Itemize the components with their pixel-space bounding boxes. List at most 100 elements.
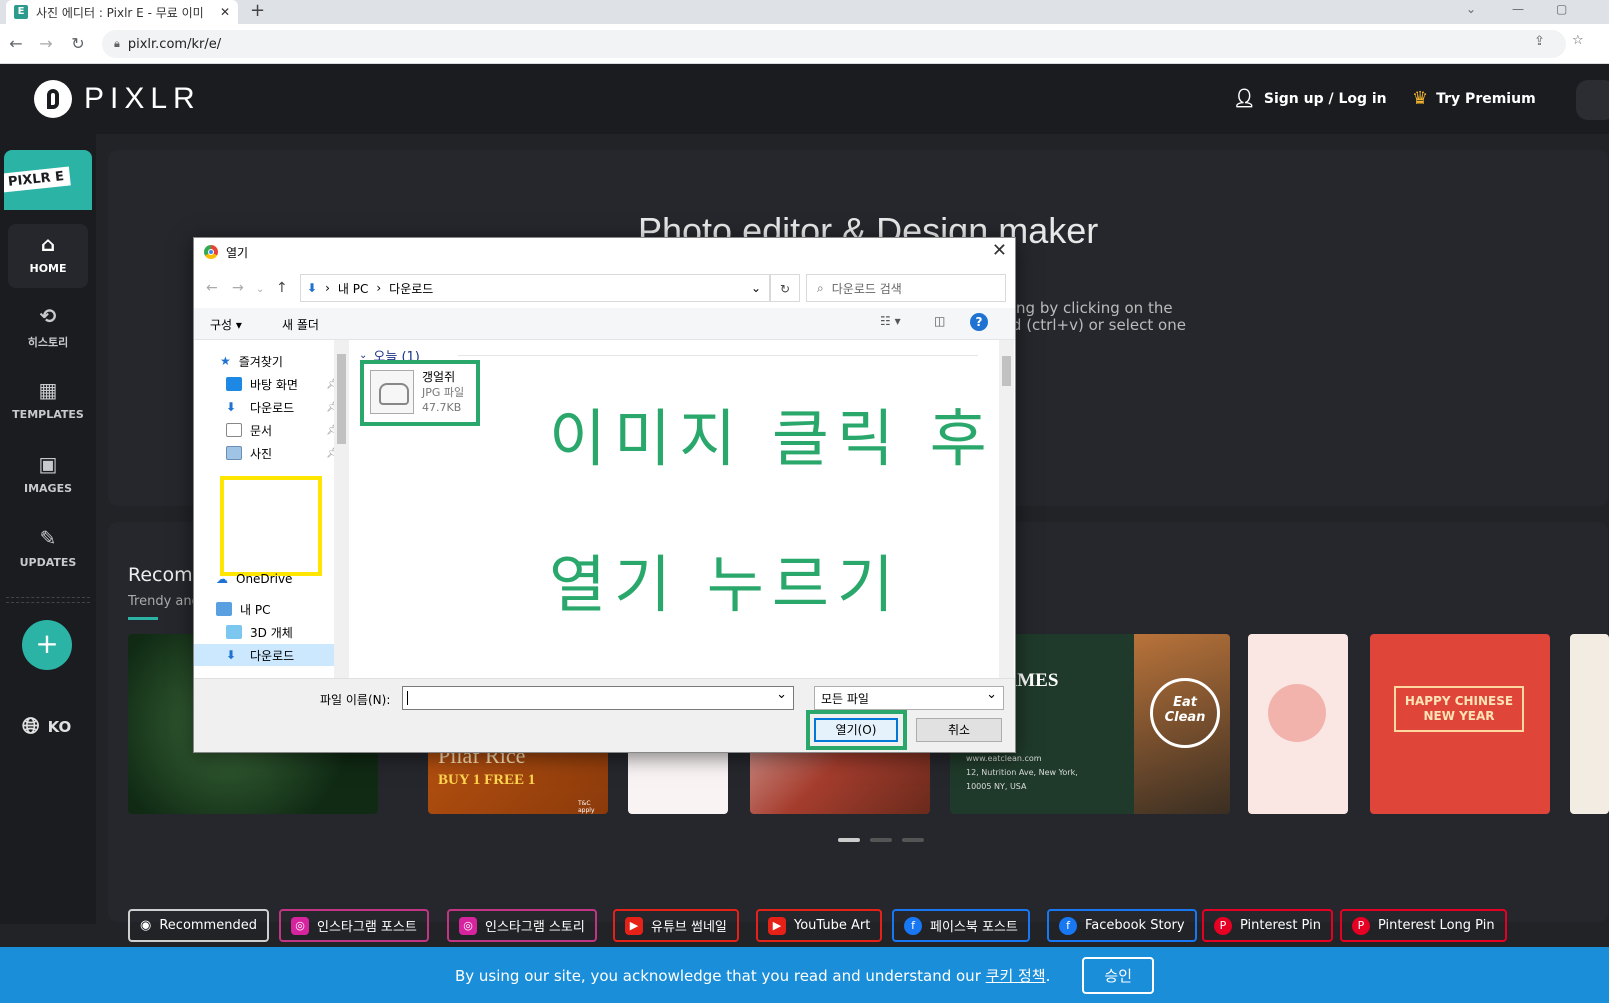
path-segment[interactable]: 다운로드 [389, 280, 433, 297]
bookmark-star-icon[interactable]: ☆ [1572, 33, 1584, 48]
open-button[interactable]: 열기(O) [814, 718, 898, 742]
chip-facebook-post[interactable]: f 페이스북 포스트 [892, 909, 1030, 942]
chip-label: 인스타그램 포스트 [317, 920, 417, 935]
images-icon: ▣ [38, 452, 58, 476]
sidebar-item-history[interactable]: ⟲ 히스토리 [8, 296, 88, 360]
filename-value [407, 691, 412, 705]
template-card-partial[interactable] [1570, 634, 1609, 814]
back-icon[interactable]: ← [4, 32, 28, 56]
chip-youtube-art[interactable]: ▶ YouTube Art [756, 909, 883, 942]
file-item[interactable]: 갱얼쥐 JPG 파일 47.7KB [360, 360, 480, 426]
dialog-path-bar[interactable]: ⬇ › 내 PC › 다운로드 ⌄ [300, 274, 770, 302]
address-bar: ← → ↻ 🔒︎ pixlr.com/kr/e/ ⇪ ☆ [0, 24, 1609, 64]
tree-item-3d-objects[interactable]: 3D 개체 [226, 621, 293, 643]
signup-login-button[interactable]: 👤︎ Sign up / Log in [1233, 88, 1387, 109]
dialog-up-icon[interactable]: ↑ [276, 280, 288, 296]
pixlr-logo[interactable]: PIXLR [34, 80, 201, 118]
file-list-scrollbar[interactable] [999, 340, 1014, 678]
tab-search-icon[interactable]: ⌄ [1466, 2, 1476, 16]
pinterest-icon: P [1352, 916, 1370, 935]
hero-text-line: rd (ctrl+v) or select one [1006, 316, 1186, 334]
chip-instagram-story[interactable]: ◎ 인스타그램 스토리 [447, 909, 597, 942]
chip-label: 인스타그램 스토리 [485, 920, 585, 935]
hero-text: ting by clicking on the rd (ctrl+v) or s… [1006, 300, 1186, 334]
tree-item-favorites[interactable]: ★ 즐겨찾기 [220, 350, 283, 372]
dialog-recent-icon[interactable]: ⌄ [256, 284, 264, 295]
tree-item-onedrive[interactable]: ☁ OneDrive [216, 568, 292, 590]
chip-pinterest-pin[interactable]: P Pinterest Pin [1202, 909, 1333, 942]
tree-item-downloads[interactable]: ⬇ 다운로드 📌︎ [226, 396, 339, 418]
sidebar-item-templates[interactable]: ▦ TEMPLATES [8, 370, 88, 434]
document-icon [226, 423, 242, 437]
apps-grid-icon[interactable] [1576, 80, 1609, 120]
chip-facebook-story[interactable]: f Facebook Story [1047, 909, 1197, 942]
tree-item-documents[interactable]: 문서 📌︎ [226, 419, 339, 441]
updates-icon: ✎ [39, 526, 57, 550]
carousel-dot[interactable] [902, 838, 924, 842]
help-icon[interactable]: ? [970, 313, 988, 331]
tree-item-pictures[interactable]: 사진 📌︎ [226, 442, 339, 464]
new-folder-button[interactable]: 새 폴더 [282, 316, 319, 333]
minimize-icon[interactable]: — [1512, 2, 1524, 16]
chip-instagram-post[interactable]: ◎ 인스타그램 포스트 [279, 909, 429, 942]
tree-item-desktop[interactable]: 바탕 화면 📌︎ [226, 373, 339, 395]
chip-youtube-thumbnail[interactable]: ▶ 유튜브 썸네일 [613, 909, 739, 942]
chip-pinterest-long-pin[interactable]: P Pinterest Long Pin [1340, 909, 1507, 942]
sidebar-item-images[interactable]: ▣ IMAGES [8, 444, 88, 508]
dialog-back-icon[interactable]: ← [206, 280, 218, 296]
cookie-policy-link[interactable]: 쿠키 정책 [986, 967, 1046, 985]
cancel-button[interactable]: 취소 [916, 718, 1002, 742]
file-list-scrollbar-thumb[interactable] [1002, 356, 1011, 386]
forward-icon[interactable]: → [34, 32, 58, 56]
dialog-search-input[interactable]: ⌕ 다운로드 검색 [806, 274, 1006, 302]
path-dropdown-icon[interactable]: ⌄ [751, 281, 761, 295]
language-selector[interactable]: 🌐︎ KO [22, 714, 71, 739]
filetype-select[interactable]: 모든 파일 [814, 686, 1004, 710]
dialog-forward-icon[interactable]: → [232, 280, 244, 296]
card-text: Clean [1164, 710, 1206, 725]
maximize-icon[interactable]: ▢ [1556, 2, 1567, 16]
browser-tab-bar: E 사진 에디터 : Pixlr E - 무료 이미 ✕ + ⌄ — ▢ [0, 0, 1609, 24]
premium-label: Try Premium [1436, 90, 1536, 107]
browser-tab[interactable]: E 사진 에디터 : Pixlr E - 무료 이미 ✕ [6, 0, 238, 24]
preview-pane-icon[interactable]: ◫ [934, 314, 945, 328]
tree-scrollbar-thumb[interactable] [337, 354, 346, 444]
url-field[interactable]: 🔒︎ pixlr.com/kr/e/ [102, 30, 1566, 58]
template-card-dots[interactable] [1248, 634, 1348, 814]
chrome-icon [204, 245, 218, 259]
tree-item-this-pc[interactable]: 내 PC [216, 598, 270, 620]
tab-close-icon[interactable]: ✕ [220, 5, 230, 19]
globe-icon: 🌐︎ [22, 714, 40, 739]
card-text: 12, Nutrition Ave, New York, [966, 768, 1078, 777]
template-card-chinese-new-year[interactable]: HAPPY CHINESE NEW YEAR [1370, 634, 1550, 814]
pc-icon [216, 602, 232, 616]
sidebar-item-updates[interactable]: ✎ UPDATES [8, 518, 88, 582]
new-tab-button[interactable]: + [250, 0, 265, 21]
carousel-dot-active[interactable] [838, 838, 860, 842]
share-icon[interactable]: ⇪ [1534, 34, 1545, 49]
view-options-icon[interactable]: ☷ ▾ [880, 314, 901, 328]
logo-text: PIXLR [84, 82, 201, 115]
path-segment[interactable]: 내 PC [338, 280, 368, 297]
organize-button[interactable]: 구성 ▾ [210, 316, 242, 333]
cookie-banner: By using our site, you acknowledge that … [0, 947, 1609, 1003]
tree-item-downloads-selected[interactable]: ⬇ 다운로드 [194, 644, 334, 666]
eye-icon: ◉ [140, 918, 152, 933]
add-button[interactable]: + [22, 620, 72, 670]
chip-recommended[interactable]: ◉ Recommended [128, 909, 269, 942]
tree-label: 바탕 화면 [250, 377, 298, 392]
cookie-accept-button[interactable]: 승인 [1082, 956, 1154, 994]
tree-label: 문서 [250, 423, 273, 438]
cloud-icon: ☁ [216, 572, 228, 586]
dialog-close-icon[interactable]: ✕ [992, 240, 1007, 261]
sidebar-item-home[interactable]: ⌂ HOME [8, 224, 88, 288]
dialog-refresh-icon[interactable]: ↻ [770, 274, 800, 302]
carousel-dot[interactable] [870, 838, 892, 842]
download-icon: ⬇ [226, 648, 237, 662]
reload-icon[interactable]: ↻ [66, 32, 90, 56]
crown-icon: ♛ [1412, 88, 1429, 109]
youtube-icon: ▶ [625, 916, 643, 935]
filename-input[interactable] [402, 686, 794, 710]
try-premium-button[interactable]: ♛ Try Premium [1412, 88, 1536, 109]
annotation-press-open: 열기 누르기 [549, 548, 902, 621]
